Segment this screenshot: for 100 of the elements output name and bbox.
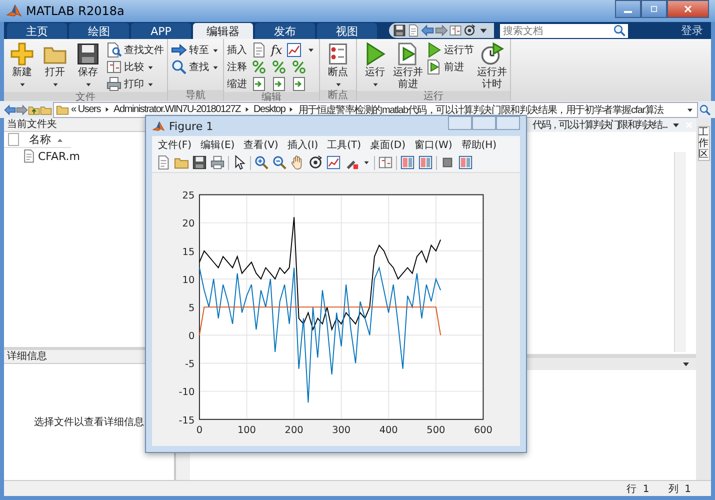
- ribbon-button[interactable]: 运行并前进: [393, 42, 424, 91]
- percent-icon[interactable]: [251, 59, 267, 75]
- menu-item[interactable]: 文件(F): [158, 138, 192, 152]
- ribbon-button[interactable]: 运行: [360, 42, 390, 89]
- document-icon[interactable]: [251, 42, 267, 58]
- file-item[interactable]: CFAR.m: [4, 148, 84, 164]
- ribbon-button[interactable]: 插入: [227, 43, 247, 57]
- ribbon-button[interactable]: 前进: [426, 59, 464, 75]
- x-tick-label: 0: [196, 424, 203, 436]
- back-arrow-icon[interactable]: [421, 24, 434, 37]
- details-message: 选择文件以查看详细信息: [33, 416, 145, 430]
- menu-item[interactable]: 帮助(H): [461, 138, 497, 152]
- minimize-button[interactable]: [615, 0, 641, 18]
- document-icon[interactable]: [156, 155, 171, 170]
- menu-item[interactable]: 编辑(E): [200, 138, 235, 152]
- ribbon-button[interactable]: 缩进: [227, 77, 247, 91]
- window-title: MATLAB R2018a: [26, 4, 124, 18]
- y-tick-label: 20: [182, 218, 195, 230]
- y-tick-label: -10: [178, 387, 195, 398]
- forward-arrow-icon[interactable]: [16, 104, 28, 116]
- indent-icon[interactable]: [271, 76, 287, 92]
- ribbon-button[interactable]: 运行并计时: [477, 42, 508, 91]
- ribbon-button[interactable]: 比较: [106, 59, 155, 75]
- menu-item[interactable]: 插入(I): [287, 138, 318, 152]
- indent-icon[interactable]: [251, 76, 267, 92]
- ribbon-tab[interactable]: 发布: [255, 23, 315, 39]
- zoom-in-icon[interactable]: [254, 155, 269, 170]
- run-advance-icon: [426, 59, 442, 75]
- group-label: 断点: [320, 90, 356, 101]
- percent-icon[interactable]: [271, 59, 287, 75]
- ribbon-button[interactable]: 查找: [171, 59, 220, 75]
- back-arrow-icon[interactable]: [4, 104, 16, 116]
- compare-icon: [106, 59, 122, 75]
- path-segment[interactable]: Desktop: [254, 104, 286, 115]
- stopwatch-icon: [480, 42, 504, 66]
- indent-icon[interactable]: [291, 76, 307, 92]
- ribbon-tab[interactable]: APP: [131, 23, 191, 39]
- printer-icon: [106, 76, 122, 92]
- plus-icon: [10, 42, 34, 66]
- close-icon: [682, 3, 694, 15]
- ribbon-tab[interactable]: 视图: [317, 23, 377, 39]
- x-tick-label: 300: [332, 424, 351, 436]
- ribbon-button[interactable]: 运行节: [426, 42, 474, 58]
- ribbon-button[interactable]: 查找文件: [106, 42, 164, 58]
- y-tick-label: -5: [184, 359, 195, 370]
- path-segment[interactable]: 用于恒虚警率检测的matlab代码，可以计算判决门限和判决结果，用于初学者掌握cfar算法: [298, 102, 664, 116]
- document-search-icon: [106, 42, 122, 58]
- search-field[interactable]: 搜索文档: [500, 24, 628, 38]
- ribbon-button[interactable]: 打印: [106, 76, 155, 92]
- x-tick-label: 600: [474, 424, 492, 436]
- login-link[interactable]: 登录: [681, 23, 703, 38]
- panel-icon[interactable]: [458, 155, 473, 170]
- menu-item[interactable]: 查看(V): [244, 138, 278, 152]
- panel-icon[interactable]: [400, 155, 415, 170]
- compare-icon[interactable]: [449, 24, 462, 37]
- ribbon-button[interactable]: 保存: [73, 42, 103, 89]
- zoom-out-icon[interactable]: [272, 155, 287, 170]
- logo-icon: [6, 3, 22, 19]
- folder-up-icon[interactable]: [28, 104, 40, 116]
- y-tick-label: 0: [188, 331, 195, 342]
- minimize-icon: [624, 10, 632, 12]
- panel-icon[interactable]: [418, 155, 433, 170]
- ribbon-button[interactable]: 打开: [40, 42, 70, 89]
- close-button[interactable]: [667, 0, 709, 18]
- column-header[interactable]: 名称: [4, 132, 71, 148]
- search-icon[interactable]: [699, 104, 711, 116]
- ribbon-tab[interactable]: 绘图: [69, 23, 129, 39]
- maximize-button[interactable]: [641, 0, 667, 18]
- search-icon: [613, 24, 626, 36]
- x-tick-label: 100: [238, 424, 256, 436]
- menu-item[interactable]: 桌面(D): [370, 138, 406, 152]
- address-bar[interactable]: « Users Administrator.WIN7U-20180127Z Desktop 用于恒虚警率检测的matlab代码，可以计算判决门限和判决结果，用于初学者掌握cfar算法: [53, 102, 698, 118]
- arrow-icon: [171, 42, 187, 58]
- ribbon-tab[interactable]: 编辑器: [193, 23, 253, 39]
- x-tick-label: 400: [379, 424, 398, 436]
- ribbon-button[interactable]: 断点: [323, 42, 354, 89]
- document-icon[interactable]: [407, 24, 420, 37]
- side-tab[interactable]: 工作区: [698, 126, 710, 161]
- group-label: 运行: [357, 91, 510, 102]
- function-button[interactable]: fx: [271, 43, 282, 57]
- square-icon[interactable]: [440, 155, 455, 170]
- menu-item[interactable]: 窗口(W): [414, 138, 452, 152]
- y-tick-label: 15: [182, 246, 195, 258]
- ribbon-button[interactable]: 注释: [227, 60, 247, 74]
- path-segment[interactable]: Users: [78, 104, 100, 115]
- play-icon: [426, 42, 442, 58]
- printer-icon[interactable]: [210, 155, 225, 170]
- chart-icon[interactable]: [326, 155, 341, 170]
- rotate-icon[interactable]: [308, 155, 323, 170]
- x-tick-label: 500: [426, 424, 446, 436]
- chart-icon[interactable]: [286, 42, 302, 58]
- ribbon-tab[interactable]: 主页: [7, 23, 67, 39]
- rotate-icon[interactable]: [463, 24, 476, 37]
- cursor-position: 行 1 列 1: [626, 482, 691, 496]
- menu-item[interactable]: 工具(T): [327, 138, 362, 152]
- ribbon-button[interactable]: 新建: [7, 42, 37, 89]
- compare-icon[interactable]: [378, 155, 393, 170]
- ribbon-button[interactable]: 转至: [171, 42, 220, 58]
- path-segment[interactable]: Administrator.WIN7U-20180127Z: [114, 104, 240, 115]
- forward-arrow-icon[interactable]: [435, 24, 448, 37]
